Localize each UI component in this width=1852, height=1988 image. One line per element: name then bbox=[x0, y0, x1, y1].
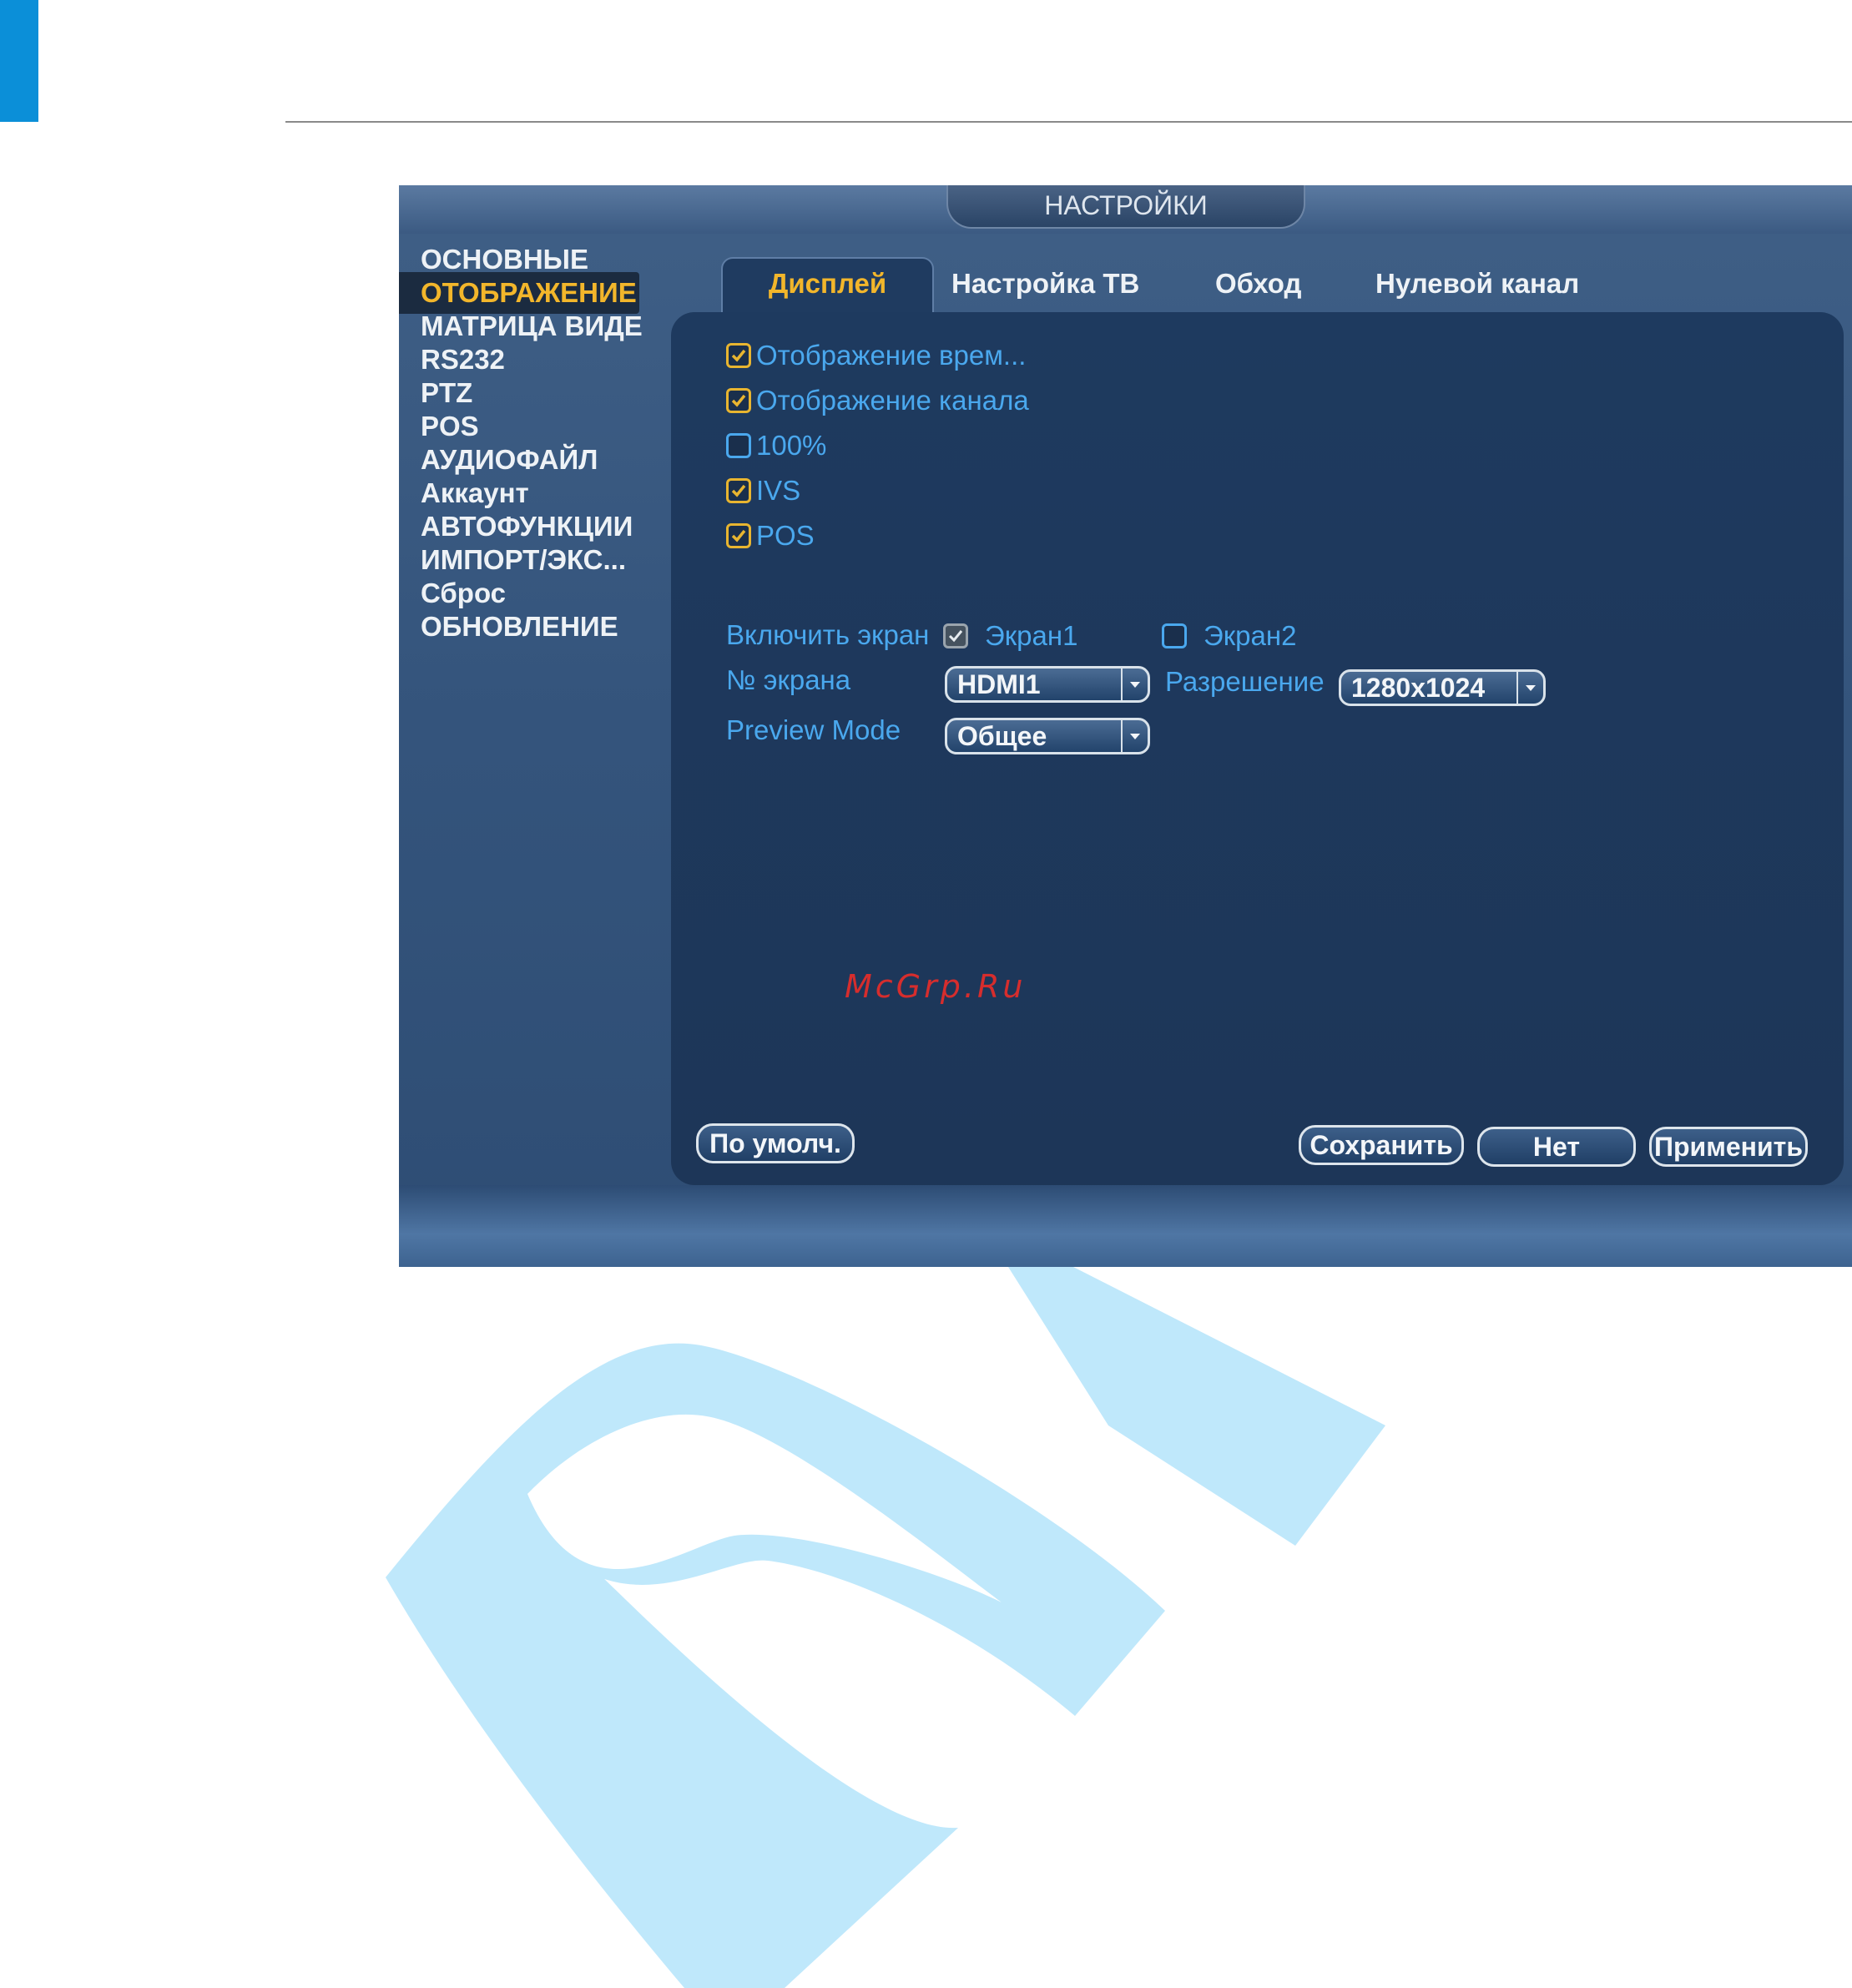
checkbox-label: IVS bbox=[756, 475, 801, 506]
enable-screen-label: Включить экран bbox=[726, 619, 930, 650]
checkbox-label: Экран2 bbox=[1204, 620, 1297, 651]
dialog-title: НАСТРОЙКИ bbox=[946, 185, 1305, 229]
unchecked-icon bbox=[1162, 623, 1187, 648]
checkbox-100-percent[interactable]: 100% bbox=[726, 427, 826, 464]
tab-display[interactable]: Дисплей bbox=[721, 257, 934, 312]
cancel-button[interactable]: Нет bbox=[1477, 1127, 1636, 1167]
resolution-select[interactable]: 1280x1024 bbox=[1339, 669, 1546, 706]
checkbox-screen1[interactable]: Экран1 bbox=[943, 618, 1077, 654]
checkbox-label: Отображение канала bbox=[756, 385, 1029, 416]
checked-icon bbox=[726, 523, 751, 548]
settings-dialog: НАСТРОЙКИ ОСНОВНЫЕ ОТОБРАЖЕНИЕ МАТРИЦА В… bbox=[399, 185, 1852, 1267]
chevron-down-icon bbox=[1121, 720, 1148, 752]
apply-button[interactable]: Применить bbox=[1649, 1127, 1808, 1167]
preview-mode-select[interactable]: Общее bbox=[945, 718, 1150, 754]
checked-icon bbox=[726, 388, 751, 413]
tab-tv-settings[interactable]: Настройка ТВ bbox=[951, 259, 1139, 309]
save-button[interactable]: Сохранить bbox=[1299, 1125, 1464, 1165]
mcgrp-watermark: McGrp.Ru bbox=[845, 968, 1027, 1005]
screen-number-label: № экрана bbox=[726, 664, 851, 695]
sidebar: ОСНОВНЫЕ ОТОБРАЖЕНИЕ МАТРИЦА ВИДЕ RS232 … bbox=[399, 234, 666, 1177]
corner-accent-bar bbox=[0, 0, 38, 122]
chevron-down-icon bbox=[1516, 672, 1543, 704]
checkbox-label: POS bbox=[756, 520, 815, 551]
header-divider bbox=[285, 121, 1852, 123]
dialog-bottom-band bbox=[399, 1185, 1852, 1267]
sidebar-item-update[interactable]: ОБНОВЛЕНИЕ bbox=[421, 606, 618, 648]
select-value: Общее bbox=[957, 721, 1047, 751]
checkbox-label: Отображение врем... bbox=[756, 340, 1027, 371]
checkbox-time-display[interactable]: Отображение врем... bbox=[726, 337, 1026, 374]
checkbox-pos[interactable]: POS bbox=[726, 517, 815, 554]
checkbox-label: 100% bbox=[756, 430, 827, 461]
tab-zero-channel[interactable]: Нулевой канал bbox=[1375, 259, 1579, 309]
select-value: HDMI1 bbox=[957, 669, 1041, 699]
screen-number-select[interactable]: HDMI1 bbox=[945, 666, 1150, 703]
display-panel bbox=[671, 312, 1844, 1185]
select-value: 1280x1024 bbox=[1351, 673, 1486, 703]
preview-mode-label: Preview Mode bbox=[726, 714, 901, 745]
tab-tour[interactable]: Обход bbox=[1215, 259, 1301, 309]
chevron-down-icon bbox=[1121, 669, 1148, 700]
checked-icon bbox=[726, 343, 751, 368]
checkbox-label: Экран1 bbox=[985, 620, 1078, 651]
checked-icon bbox=[943, 623, 968, 648]
checked-icon bbox=[726, 478, 751, 503]
checkbox-channel-display[interactable]: Отображение канала bbox=[726, 382, 1029, 419]
default-button[interactable]: По умолч. bbox=[696, 1123, 855, 1163]
unchecked-icon bbox=[726, 433, 751, 458]
resolution-label: Разрешение bbox=[1165, 666, 1325, 697]
checkbox-ivs[interactable]: IVS bbox=[726, 472, 800, 509]
checkbox-screen2[interactable]: Экран2 bbox=[1162, 618, 1296, 654]
